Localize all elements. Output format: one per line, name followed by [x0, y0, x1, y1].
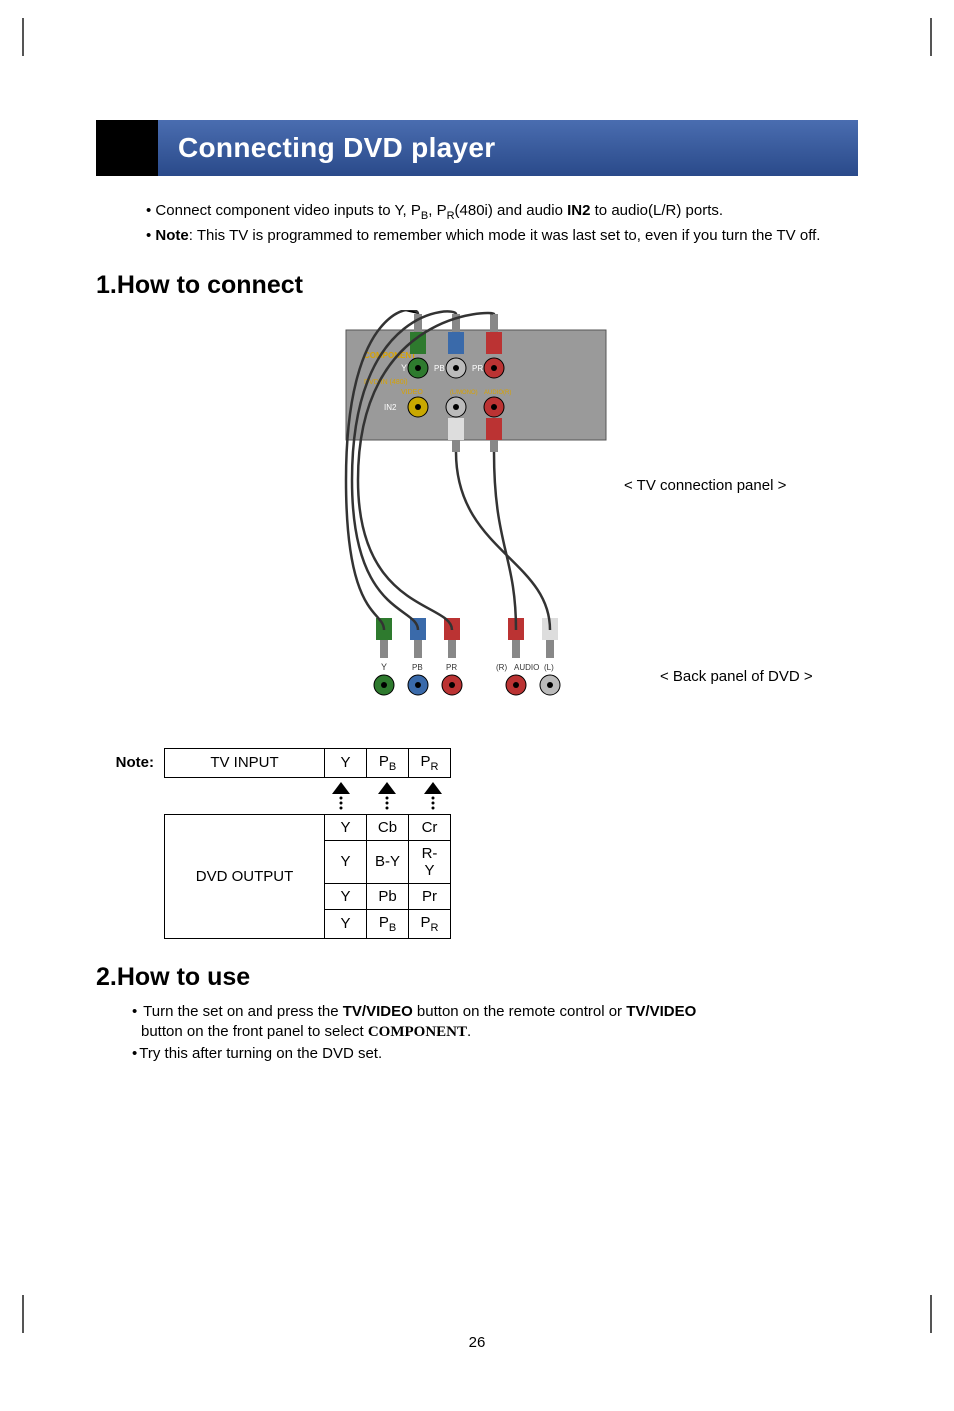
intro-list: Connect component video inputs to Y, PB,… — [96, 200, 858, 247]
dvd-pr: PR — [446, 663, 457, 672]
text: to audio(L/R) ports. — [590, 202, 723, 219]
crop-mark — [22, 18, 24, 56]
text: R — [447, 210, 455, 222]
cell: Y — [325, 909, 367, 938]
cell: Cr — [409, 814, 451, 840]
how-to-use-list: Turn the set on and press the TV/VIDEO b… — [96, 1002, 736, 1065]
page-content: Connecting DVD player Connect component … — [0, 0, 954, 1411]
arrow-row — [164, 782, 451, 810]
crop-mark — [930, 1295, 932, 1333]
intro-line-1: Connect component video inputs to Y, PB,… — [146, 200, 858, 225]
cell: R-Y — [409, 840, 451, 883]
cell: Y — [325, 883, 367, 909]
note-label: Note: — [96, 748, 164, 771]
crop-mark — [930, 18, 932, 56]
in2-label: IN2 — [384, 403, 397, 412]
text: TV/VIDEO — [343, 1003, 413, 1020]
plug — [444, 618, 460, 658]
dvd-output-table: DVD OUTPUT Y Cb Cr Y B-Y R-Y Y Pb Pr Y — [164, 814, 451, 939]
section-how-to-connect: 1.How to connect — [96, 271, 858, 300]
tv-input-cell: TV INPUT — [165, 748, 325, 777]
text: (480i) and audio — [455, 202, 568, 219]
howto-line-1: Turn the set on and press the TV/VIDEO b… — [132, 1002, 736, 1043]
component-label: COMPONENT — [364, 351, 416, 360]
dvd-l: (L) — [544, 663, 554, 672]
y-label: Y — [401, 363, 407, 373]
dvd-r: (R) — [496, 663, 507, 672]
plug — [410, 618, 426, 658]
howto-line-2: Try this after turning on the DVD set. — [132, 1044, 736, 1064]
cell: Pr — [409, 883, 451, 909]
cell-pb: PPBB — [367, 748, 409, 777]
text: , P — [428, 202, 446, 219]
cell: PB — [367, 909, 409, 938]
cell-y: Y — [325, 748, 367, 777]
text: IN2 — [567, 202, 590, 219]
plug — [448, 418, 464, 452]
section-how-to-use: 2.How to use — [96, 963, 858, 992]
text: : This TV is programmed to remember whic… — [189, 227, 821, 244]
text: COMPONENT — [368, 1024, 467, 1040]
dvd-output-cell: DVD OUTPUT — [165, 814, 325, 938]
plug — [376, 618, 392, 658]
note-tables: TV INPUT Y PPBB PR DVD OUTPUT Y Cb Cr — [164, 748, 451, 939]
text: Connect component video inputs to Y, P — [155, 202, 420, 219]
cell: Y — [325, 814, 367, 840]
title-black-block — [96, 120, 158, 176]
note-block: Note: TV INPUT Y PPBB PR DVD OUTPUT Y — [96, 748, 858, 939]
cell-pr: PR — [409, 748, 451, 777]
text: TV/VIDEO — [626, 1003, 696, 1020]
crop-mark — [22, 1295, 24, 1333]
dvd-panel-label: < Back panel of DVD > — [660, 668, 813, 685]
cell: Cb — [367, 814, 409, 840]
tv-panel-label: < TV connection panel > — [624, 477, 786, 494]
connection-diagram: COMPONENT DVD IN (480i) Y PB PR VIDEO (L… — [96, 310, 858, 740]
text: button on the front panel to select — [141, 1023, 368, 1040]
page-title: Connecting DVD player — [178, 132, 495, 164]
title-bar: Connecting DVD player — [96, 120, 858, 176]
text: Turn the set on and press the — [143, 1003, 343, 1020]
dvd-y: Y — [381, 662, 387, 672]
text: button on the remote control or — [413, 1003, 626, 1020]
text: . — [467, 1023, 471, 1040]
tv-input-table: TV INPUT Y PPBB PR — [164, 748, 451, 778]
cell: Y — [325, 840, 367, 883]
page-number: 26 — [96, 1334, 858, 1351]
cell: PR — [409, 909, 451, 938]
dvd-pb: PB — [412, 663, 423, 672]
pb-label: PB — [434, 364, 445, 373]
diagram-svg: COMPONENT DVD IN (480i) Y PB PR VIDEO (L… — [306, 310, 646, 730]
lmono-label: (L/MONO) — [450, 390, 478, 396]
plug — [486, 418, 502, 452]
cell: Pb — [367, 883, 409, 909]
text: Note — [155, 227, 188, 244]
arrow-up-icon — [424, 782, 442, 810]
dvd-in-label: DVD IN (480i) — [364, 379, 408, 386]
dvd-audio: AUDIO — [514, 663, 539, 672]
arrow-up-icon — [378, 782, 396, 810]
audior-label: AUDIO(R) — [484, 390, 511, 396]
cell: B-Y — [367, 840, 409, 883]
title-blue-block: Connecting DVD player — [158, 120, 858, 176]
arrow-up-icon — [332, 782, 350, 810]
plug — [486, 314, 502, 354]
video-label: VIDEO — [401, 389, 423, 396]
intro-line-2: Note: This TV is programmed to remember … — [146, 225, 858, 247]
pr-label: PR — [472, 364, 483, 373]
